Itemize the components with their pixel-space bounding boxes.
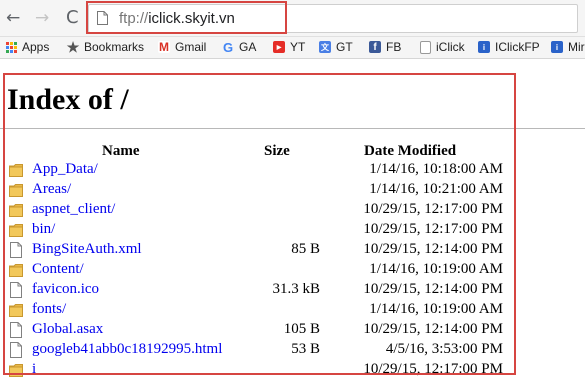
back-arrow-icon[interactable]: ← <box>6 9 20 27</box>
bookmark-label: Bookmarks <box>84 40 145 54</box>
translate-icon: 文 <box>319 41 331 53</box>
apps-icon <box>6 41 17 53</box>
bookmark-label: iClick <box>436 40 465 54</box>
page-icon <box>420 40 431 54</box>
bookmark-fb[interactable]: f FB <box>369 39 401 55</box>
bookmark-gt[interactable]: 文 GT <box>319 39 353 55</box>
bookmark-yt[interactable]: ▶ YT <box>273 39 305 55</box>
bookmark-label: IClickFP <box>495 40 540 54</box>
google-icon: G <box>222 39 234 55</box>
bookmark-label: YT <box>290 40 306 54</box>
gmail-icon: M <box>158 40 170 54</box>
facebook-icon: f <box>369 41 381 53</box>
bookmark-label: Apps <box>22 40 50 54</box>
star-icon: ★ <box>66 38 80 55</box>
youtube-icon: ▶ <box>273 41 285 53</box>
url-highlight-box <box>86 1 287 34</box>
bookmark-gmail[interactable]: M Gmail <box>158 39 206 55</box>
listing-highlight-box <box>3 73 516 375</box>
bookmark-iclickfp[interactable]: i IClickFP <box>478 39 540 55</box>
iclick-icon: i <box>478 41 490 53</box>
bookmark-label: Gmail <box>175 40 207 54</box>
bookmark-ga[interactable]: G GA <box>222 39 256 55</box>
bookmark-iclick[interactable]: iClick <box>420 39 465 55</box>
bookmark-label: Mir <box>568 40 585 54</box>
bookmark-label: GA <box>239 40 257 54</box>
forward-arrow-icon[interactable]: → <box>35 9 49 27</box>
bookmarks-bar: Apps ★ Bookmarks M Gmail G GA ▶ YT 文 GT … <box>0 37 585 59</box>
bookmark-label: FB <box>386 40 402 54</box>
bookmark-bookmarks[interactable]: ★ Bookmarks <box>67 39 144 55</box>
bookmark-mir[interactable]: i Mir <box>551 39 585 55</box>
iclick-icon: i <box>551 41 563 53</box>
bookmark-apps[interactable]: Apps <box>6 39 49 55</box>
reload-icon[interactable]: C <box>66 9 79 27</box>
bookmark-label: GT <box>336 40 353 54</box>
